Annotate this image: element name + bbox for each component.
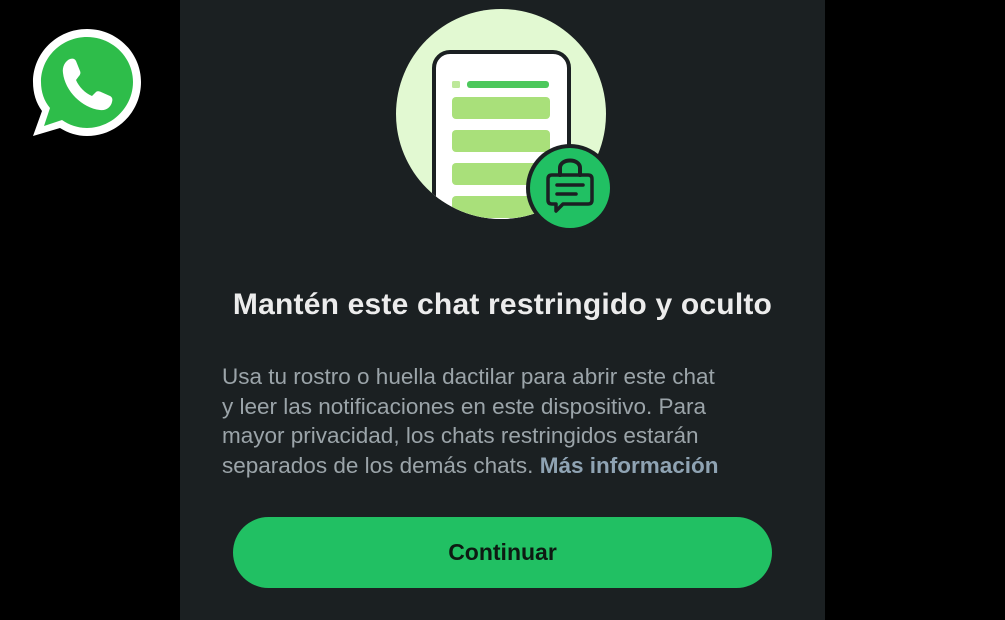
lock-chat-bubble-icon [526, 144, 614, 232]
more-info-link[interactable]: Más información [540, 453, 719, 478]
description-line: Usa tu rostro o huella dactilar para abr… [222, 364, 715, 389]
restricted-chat-screen: Mantén este chat restringido y oculto Us… [180, 0, 825, 620]
locked-chat-icon [396, 9, 614, 232]
description-line: separados de los demás chats. [222, 452, 534, 478]
description-line: y leer las notificaciones en este dispos… [222, 393, 707, 419]
description-line: mayor privacidad, los chats restringidos… [222, 423, 699, 448]
dialog-title: Mantén este chat restringido y oculto [232, 288, 773, 321]
description-last-line: separados de los demás chats. Más inform… [222, 451, 797, 481]
continue-button[interactable]: Continuar [233, 517, 772, 588]
whatsapp-logo-icon [33, 29, 141, 136]
dialog-description: Usa tu rostro o huella dactilar para abr… [222, 362, 797, 480]
